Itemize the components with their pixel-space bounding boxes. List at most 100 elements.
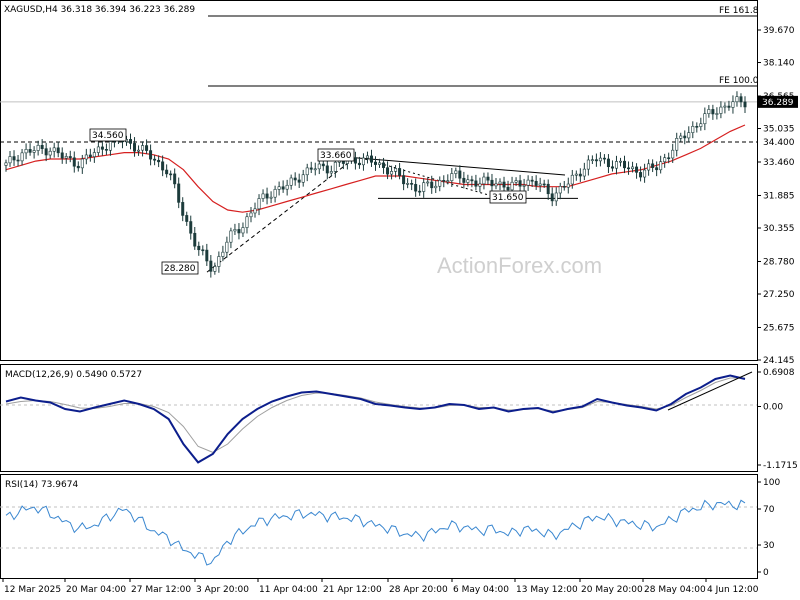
candle-body [534,180,538,186]
x-tick-label: 6 May 04:00 [453,585,509,595]
candle-body [76,165,80,169]
candle-body [703,113,707,125]
candle-body [353,157,357,164]
candle-body [606,158,610,168]
candle-body [273,189,277,198]
candle-body [550,193,554,202]
candle-body [129,139,133,144]
x-tick-label: 28 May 04:00 [644,585,706,595]
price-tick-label: 31.885 [763,191,795,201]
candle-body [20,152,24,162]
candle-body [618,160,622,163]
candle-body [498,181,502,185]
candle-body [667,157,671,160]
candle-body [297,179,301,183]
candle-body [691,125,695,133]
level-label: FE 100.0 [719,76,759,86]
candle-body [257,198,261,210]
candle-body [518,180,522,187]
candle-body [44,148,48,156]
candle-body [217,256,221,267]
price-tick-label: 24.145 [763,356,795,366]
candle-body [679,135,683,139]
annotation-label: 34.560 [92,131,124,141]
candle-body [442,180,446,182]
candle-body [100,146,104,150]
candle-body [414,184,418,192]
candle-body [8,156,12,164]
candle-body [434,185,438,189]
rsi-line [5,499,746,566]
candle-body [594,159,598,162]
macd-trendline [667,371,753,411]
candle-body [92,152,96,157]
candle-body [514,180,518,183]
macd-tick-label: -1.1715 [763,461,798,471]
candle-body [410,183,414,185]
candle-body [181,202,185,216]
macd-signal-line [5,377,745,453]
candle-body [157,159,161,163]
candle-body [687,132,691,139]
rsi-panel: RSI(14) 73.9674 100 70 30 0 [0,474,780,579]
candle-body [454,170,458,174]
candle-body [197,245,201,251]
candle-body [40,145,44,149]
candle-body [486,176,490,181]
candle-body [373,161,377,165]
candle-body [108,141,112,151]
candle-body [406,183,410,185]
price-tick-label: 30.355 [763,224,795,234]
candle-body [466,179,470,183]
candle-body [68,156,72,159]
candle-body [221,251,225,257]
candle-body [80,158,84,169]
candle-body [623,160,627,169]
candle-body [506,186,510,191]
candle-body [502,181,506,188]
candle-body [446,180,450,182]
x-tick-label: 3 Apr 20:00 [196,585,249,595]
candle-body [683,135,687,139]
candle-body [378,162,382,165]
candle-body [719,106,723,114]
candle-body [60,152,64,159]
rsi-tick-label: 100 [763,478,780,488]
macd-panel: MACD(12,26,9) 0.5490 0.5727 0.6908 0.00 -1… [0,364,798,472]
candle-body [614,161,618,169]
candle-body [189,221,193,234]
candle-body [647,163,651,171]
x-tick-label: 4 Jun 12:00 [707,585,759,595]
macd-tick-label: 0.00 [763,402,783,412]
candle-body [438,180,442,187]
price-tick-label: 27.250 [763,290,795,300]
candle-body [538,183,542,186]
candle-body [16,159,20,162]
macd-line [5,374,746,464]
candle-body [635,166,639,173]
x-tick-label: 21 Apr 12:00 [323,585,382,595]
candle-body [470,179,474,182]
candle-body [201,249,205,252]
candle-body [530,179,534,182]
candle-body [137,149,141,152]
candle-body [72,157,76,167]
candle-body [574,173,578,176]
candle-body [32,150,36,153]
price-tick-label: 38.140 [763,59,795,69]
candle-body [88,154,92,157]
candle-body [602,157,606,160]
candle-body [426,181,430,184]
level-label: 34.400 [763,138,795,148]
candle-body [715,113,719,115]
candle-body [458,170,462,179]
candle-body [301,174,305,183]
candle-body [193,232,197,247]
candle-body [526,179,530,186]
price-tick-label: 33.460 [763,158,795,168]
candle-body [727,105,731,108]
candle-body [542,183,546,186]
candle-body [64,156,68,159]
price-tick-label: 39.670 [763,26,795,36]
candle-body [566,183,570,188]
